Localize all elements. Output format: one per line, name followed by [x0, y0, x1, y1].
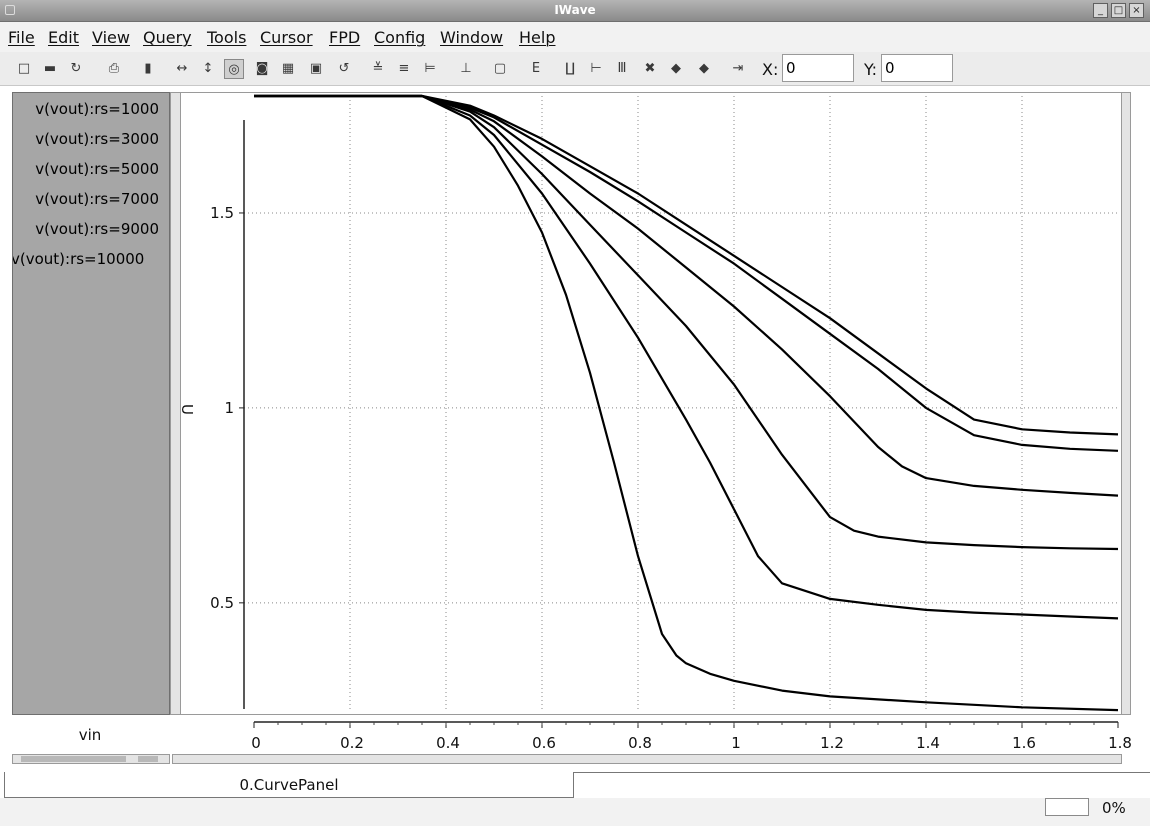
range-plot-icon[interactable]: ⊨ [420, 59, 440, 79]
legend-item-rs-3000[interactable]: v(vout):rs=3000 [35, 130, 159, 148]
tab-label: 0.CurvePanel [239, 776, 339, 794]
menu-tools[interactable]: Tools [207, 28, 246, 47]
close-icon[interactable]: × [1129, 3, 1144, 18]
menu-view[interactable]: View [92, 28, 130, 47]
legend-scroll-thumb-end[interactable] [138, 756, 158, 762]
legend-item-rs-1000[interactable]: v(vout):rs=1000 [35, 100, 159, 118]
menu-config[interactable]: Config [374, 28, 425, 47]
next-icon[interactable]: ◆ [694, 59, 714, 79]
menu-bar: File Edit View Query Tools Cursor FPD Co… [0, 22, 1150, 52]
x-tick-label-1-8: 1.8 [1108, 734, 1132, 752]
progress-text: 0% [1102, 799, 1126, 817]
maximize-icon[interactable]: □ [1111, 3, 1126, 18]
menu-fpd[interactable]: FPD [329, 28, 360, 47]
print-icon[interactable]: ⎙ [104, 59, 124, 79]
x-tick-label-1: 1 [731, 734, 741, 752]
xy-plot-icon[interactable]: ≚ [368, 59, 388, 79]
measure-icon[interactable]: ⊥ [456, 59, 476, 79]
plot-area[interactable] [181, 92, 1131, 715]
grid-icon[interactable]: ▦ [278, 59, 298, 79]
zoom-y-icon[interactable]: ↕ [198, 59, 218, 79]
minimize-icon[interactable]: _ [1093, 3, 1108, 18]
legend-item-rs-7000[interactable]: v(vout):rs=7000 [35, 190, 159, 208]
refresh-icon[interactable]: ↻ [66, 59, 86, 79]
progress-bar [1045, 798, 1089, 816]
legend-horizontal-scrollbar[interactable] [12, 754, 170, 764]
legend-scrollbar[interactable] [170, 92, 181, 715]
zoom-fit-icon[interactable]: ◙ [252, 59, 272, 79]
export-icon[interactable]: ⇥ [728, 59, 748, 79]
plot-vertical-scrollbar[interactable] [1121, 92, 1131, 715]
y-coordinate-input[interactable] [881, 54, 953, 82]
legend-item-rs-5000[interactable]: v(vout):rs=5000 [35, 160, 159, 178]
legend-item-rs-10000[interactable]: v(vout):rs=10000 [13, 250, 144, 268]
bars-icon[interactable]: Ⅲ [612, 59, 632, 79]
menu-cursor[interactable]: Cursor [260, 28, 313, 47]
x-tick-label-0: 0 [251, 734, 261, 752]
tab-curve-panel[interactable]: 0.CurvePanel [4, 772, 574, 798]
previous-icon[interactable]: ◆ [666, 59, 686, 79]
x-coordinate-input[interactable] [782, 54, 854, 82]
menu-help[interactable]: Help [519, 28, 555, 47]
zoom-reset-icon[interactable]: ▣ [306, 59, 326, 79]
x-tick-label-0-8: 0.8 [628, 734, 652, 752]
delete-icon[interactable]: ▮ [138, 59, 158, 79]
menu-window[interactable]: Window [440, 28, 503, 47]
x-coordinate-label: X: [762, 60, 779, 79]
redraw-icon[interactable]: ↺ [334, 59, 354, 79]
tab-bar: 0.CurvePanel [0, 772, 1150, 798]
menu-edit[interactable]: Edit [48, 28, 79, 47]
new-icon[interactable]: □ [14, 59, 34, 79]
time-plot-icon[interactable]: ≡ [394, 59, 414, 79]
remove-cursor-icon[interactable]: ✖ [640, 59, 660, 79]
x-tick-label-0-6: 0.6 [532, 734, 556, 752]
menu-query[interactable]: Query [143, 28, 192, 47]
x-axis-label: vin [78, 726, 102, 744]
plot-horizontal-scrollbar[interactable] [172, 754, 1122, 764]
legend-panel: v(vout):rs=1000 v(vout):rs=3000 v(vout):… [12, 92, 170, 715]
window-title: IWave [554, 3, 596, 17]
tab-bar-divider [574, 772, 1150, 773]
menu-file[interactable]: File [8, 28, 35, 47]
annotate-icon[interactable]: ▢ [490, 59, 510, 79]
y-coordinate-label: Y: [864, 60, 878, 79]
x-tick-label-0-4: 0.4 [436, 734, 460, 752]
zoom-x-icon[interactable]: ↔ [172, 59, 192, 79]
x-tick-label-1-4: 1.4 [916, 734, 940, 752]
x-tick-label-0-2: 0.2 [340, 734, 364, 752]
axis-lines-icon[interactable]: ∐ [560, 59, 580, 79]
status-bar: 0% [0, 798, 1150, 826]
toolbar: □ ▬ ↻ ⎙ ▮ ↔ ↕ ◎ ◙ ▦ ▣ ↺ ≚ ≡ ⊨ ⊥ ▢ E ∐ ⊢ … [0, 52, 1150, 86]
x-tick-label-1-2: 1.2 [820, 734, 844, 752]
function-icon[interactable]: E [526, 59, 546, 79]
x-tick-label-1-6: 1.6 [1012, 734, 1036, 752]
title-bar: IWave _ □ × [0, 0, 1150, 22]
legend-scroll-thumb[interactable] [21, 756, 126, 762]
axis-corner-icon[interactable]: ⊢ [586, 59, 606, 79]
legend-item-rs-9000[interactable]: v(vout):rs=9000 [35, 220, 159, 238]
zoom-box-icon[interactable]: ◎ [224, 59, 244, 79]
open-icon[interactable]: ▬ [40, 59, 60, 79]
